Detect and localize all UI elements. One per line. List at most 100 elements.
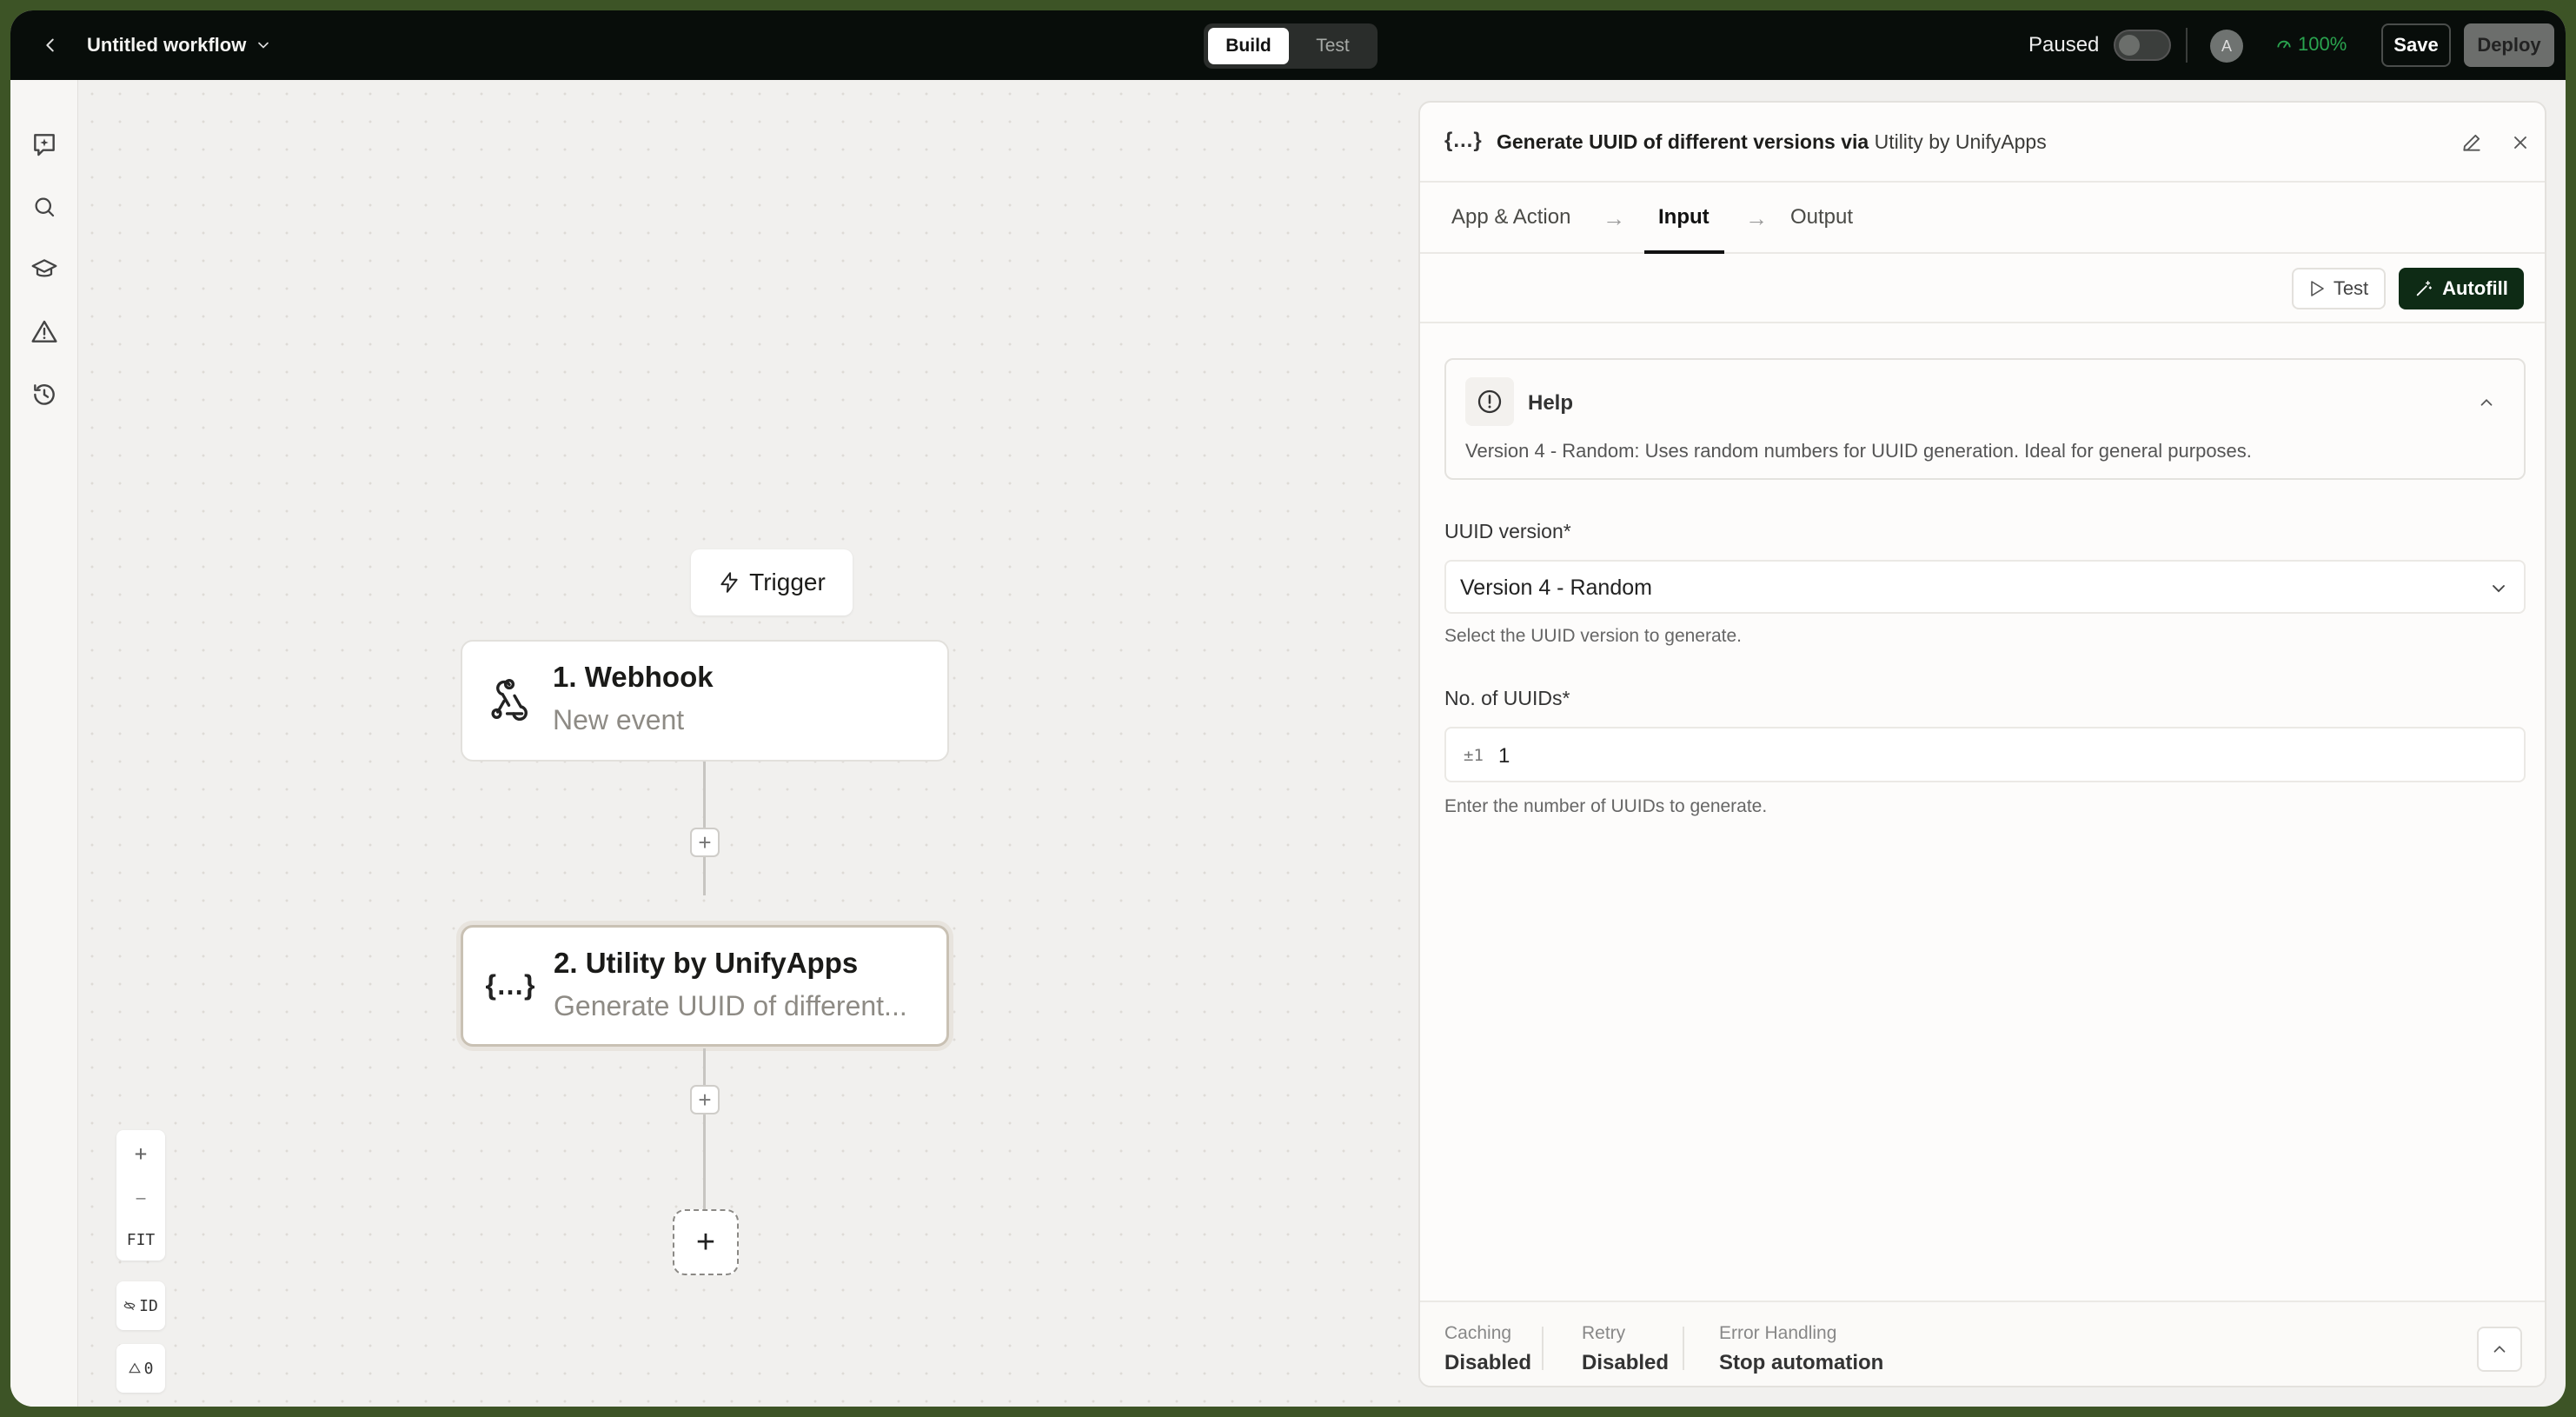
add-step-button[interactable]: + (690, 828, 720, 857)
tab-input[interactable]: Input (1658, 205, 1710, 230)
panel-header: {…} Generate UUID of different versions … (1420, 103, 2545, 183)
webhook-node[interactable]: 1. Webhook New event (461, 640, 949, 762)
workflow-title: Untitled workflow (87, 34, 247, 56)
warnings-button[interactable]: 0 (116, 1344, 165, 1393)
avatar[interactable]: A (2210, 30, 2243, 63)
info-icon (1465, 377, 1514, 426)
caching-setting[interactable]: Caching Disabled (1444, 1323, 1531, 1375)
num-uuids-value: 1 (1498, 744, 1510, 768)
node-subtitle: Generate UUID of different... (554, 990, 907, 1021)
divider (1683, 1327, 1684, 1370)
retry-value: Disabled (1582, 1351, 1670, 1374)
braces-icon: {…} (1444, 129, 1482, 152)
health-percent: 100% (2298, 33, 2347, 55)
lightning-icon (720, 572, 738, 593)
autofill-button[interactable]: Autofill (2399, 268, 2524, 309)
panel-title: Generate UUID of different versions via … (1497, 130, 2047, 154)
pause-toggle[interactable] (2114, 30, 2171, 61)
step-config-panel: {…} Generate UUID of different versions … (1418, 101, 2546, 1387)
braces-icon: {…} (485, 968, 535, 1001)
retry-label: Retry (1582, 1323, 1626, 1343)
uuid-version-select[interactable]: Version 4 - Random (1444, 560, 2526, 614)
number-type-icon: ±1 (1464, 746, 1484, 765)
webhook-icon (483, 673, 535, 725)
top-bar: Untitled workflow Build Test Paused A 10… (10, 10, 2566, 80)
error-handling-value: Stop automation (1719, 1351, 1884, 1374)
add-step-button[interactable]: + (690, 1085, 720, 1114)
panel-tabs: App & Action → Input → Output (1420, 183, 2545, 254)
deploy-button[interactable]: Deploy (2464, 23, 2554, 67)
warnings-count: 0 (143, 1359, 154, 1378)
id-label: ID (139, 1296, 158, 1315)
history-icon[interactable] (27, 377, 62, 412)
app-window: Untitled workflow Build Test Paused A 10… (10, 10, 2566, 1407)
trigger-badge[interactable]: Trigger (691, 549, 853, 615)
save-button[interactable]: Save (2381, 23, 2451, 67)
chevron-down-icon (2486, 575, 2512, 602)
workflow-canvas[interactable]: Trigger 1. Webhook New event + {…} 2. Ut… (78, 80, 1424, 1407)
divider (1542, 1327, 1544, 1370)
expand-footer-button[interactable] (2477, 1327, 2522, 1372)
workflow-title-dropdown[interactable]: Untitled workflow (87, 31, 272, 59)
health-indicator[interactable]: 100% (2275, 33, 2347, 56)
error-handling-label: Error Handling (1719, 1323, 1837, 1343)
zoom-out-button[interactable]: — (136, 1189, 146, 1207)
panel-toolbar: Test Autofill (1420, 254, 2545, 323)
uuid-version-hint: Select the UUID version to generate. (1444, 626, 1743, 646)
node-title: 1. Webhook (553, 661, 714, 693)
divider (2186, 28, 2188, 63)
num-uuids-hint: Enter the number of UUIDs to generate. (1444, 796, 1768, 816)
warning-icon[interactable] (27, 315, 62, 349)
help-title: Help (1528, 391, 1574, 415)
num-uuids-input[interactable]: ±1 1 (1444, 727, 2526, 782)
uuid-version-value: Version 4 - Random (1460, 575, 1652, 600)
help-text: Version 4 - Random: Uses random numbers … (1465, 440, 2252, 462)
node-subtitle: New event (553, 704, 685, 735)
search-icon[interactable] (27, 190, 62, 224)
zoom-controls: + — FIT (116, 1130, 165, 1261)
panel-title-app: Utility by UnifyApps (1874, 130, 2047, 153)
node-title: 2. Utility by UnifyApps (554, 947, 859, 979)
help-box: Help Version 4 - Random: Uses random num… (1444, 358, 2526, 480)
tab-app-action[interactable]: App & Action (1451, 205, 1570, 230)
status-label: Paused (2028, 33, 2100, 57)
fit-button[interactable]: FIT (127, 1231, 156, 1249)
caching-value: Disabled (1444, 1351, 1532, 1374)
back-arrow-icon[interactable] (37, 31, 64, 59)
warning-icon (128, 1362, 141, 1374)
retry-setting[interactable]: Retry Disabled (1582, 1323, 1669, 1375)
play-icon (2311, 281, 2324, 296)
panel-title-action: Generate UUID of different versions via (1497, 130, 1875, 153)
autofill-label: Autofill (2442, 277, 2508, 299)
test-tab[interactable]: Test (1292, 28, 1373, 64)
edit-icon[interactable] (2456, 127, 2487, 158)
panel-footer: Caching Disabled Retry Disabled Error Ha… (1420, 1301, 2545, 1386)
add-final-step-button[interactable]: + (673, 1209, 739, 1275)
tab-output[interactable]: Output (1790, 205, 1853, 230)
chevron-up-icon (2493, 1346, 2506, 1353)
zoom-in-button[interactable]: + (135, 1141, 147, 1166)
left-sidebar (10, 80, 78, 1407)
caching-label: Caching (1444, 1323, 1512, 1343)
ai-assistant-icon[interactable] (27, 127, 62, 162)
utility-node[interactable]: {…} 2. Utility by UnifyApps Generate UUI… (461, 925, 949, 1047)
learn-icon[interactable] (27, 252, 62, 287)
chevron-up-icon[interactable] (2473, 389, 2500, 416)
arrow-right-icon: → (1603, 205, 1625, 231)
trigger-label: Trigger (749, 569, 826, 595)
chevron-down-icon (258, 42, 269, 49)
eye-off-icon (123, 1301, 136, 1311)
mode-switcher: Build Test (1204, 23, 1378, 69)
test-step-button[interactable]: Test (2292, 268, 2386, 309)
id-toggle-button[interactable]: ID (116, 1281, 165, 1330)
error-handling-setting[interactable]: Error Handling Stop automation (1719, 1323, 1883, 1375)
test-label: Test (2333, 277, 2369, 299)
num-uuids-label: No. of UUIDs* (1444, 687, 1570, 709)
arrow-right-icon: → (1745, 205, 1768, 231)
magic-wand-icon (2416, 281, 2433, 296)
uuid-version-label: UUID version* (1444, 520, 1571, 542)
build-tab[interactable]: Build (1208, 28, 1289, 64)
close-icon[interactable] (2505, 127, 2536, 158)
gauge-icon (2277, 40, 2291, 49)
connector-line (703, 1048, 706, 1209)
